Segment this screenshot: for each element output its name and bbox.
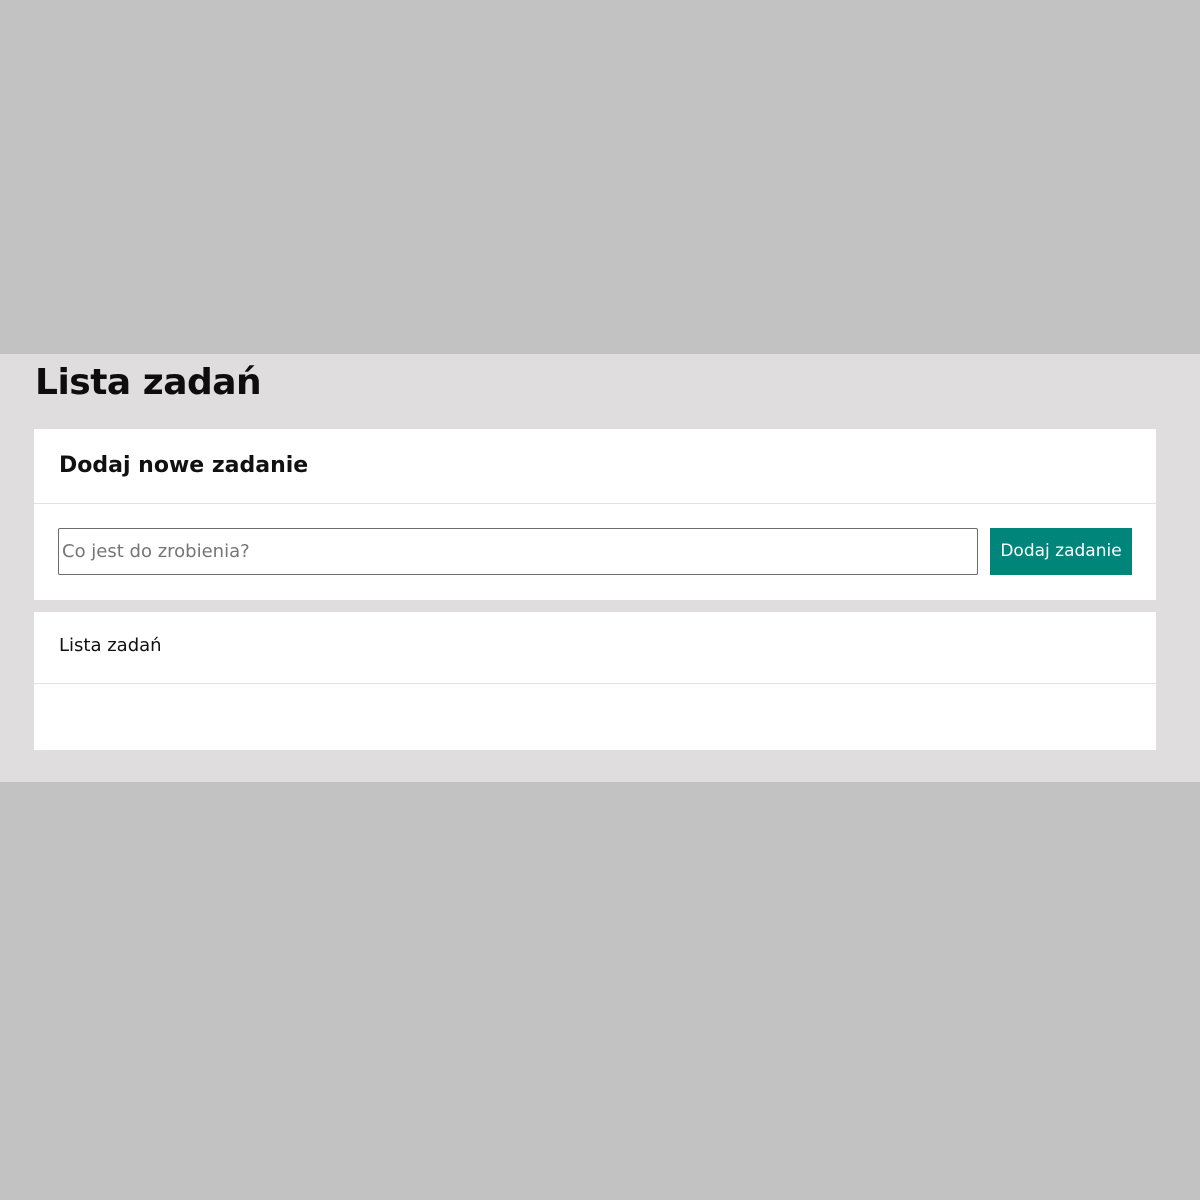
task-list <box>34 684 1156 750</box>
add-task-button[interactable]: Dodaj zadanie <box>990 528 1132 575</box>
task-list-card-header: Lista zadań <box>34 612 1156 684</box>
add-task-card-title: Dodaj nowe zadanie <box>59 453 309 478</box>
task-list-card-title: Lista zadań <box>59 635 162 656</box>
page-title: Lista zadań <box>35 362 262 403</box>
add-task-card: Dodaj nowe zadanie Dodaj zadanie <box>34 429 1156 600</box>
todo-app: Lista zadań Dodaj nowe zadanie Dodaj zad… <box>0 354 1200 782</box>
task-list-card: Lista zadań <box>34 612 1156 750</box>
new-task-input[interactable] <box>58 528 978 575</box>
add-task-card-header: Dodaj nowe zadanie <box>34 429 1156 504</box>
